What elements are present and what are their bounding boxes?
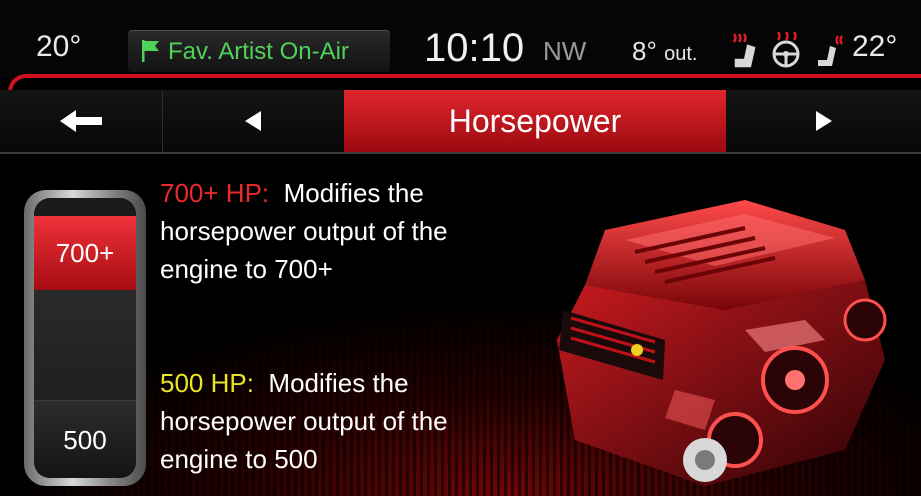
radio-now-playing[interactable]: Fav. Artist On-Air [128,30,390,72]
selector-track: 700+ 500 [34,198,136,478]
horsepower-selector[interactable]: 700+ 500 [24,190,146,486]
description-700-line-2: horsepower output of the [160,216,448,246]
flag-icon [142,40,159,62]
description-500-line-2: horsepower output of the [160,406,448,436]
passenger-temp[interactable]: 22° [852,30,897,64]
outside-temperature: 8° out. [632,36,697,67]
selector-gap [34,290,136,400]
description-700: 700+ HP: Modifies the horsepower output … [160,174,580,288]
back-arrow-icon [60,110,102,132]
description-700-line-3: engine to 700+ [160,254,333,284]
driver-temp[interactable]: 20° [36,30,81,64]
tab-title-label: Horsepower [448,102,622,139]
tab-horsepower[interactable]: Horsepower [344,90,726,152]
climate-icons [732,31,844,68]
outside-temp-value: 8° [632,36,657,66]
engine-image [557,200,887,486]
next-button[interactable] [726,90,921,152]
compass-heading: NW [543,36,587,66]
option-700-plus[interactable]: 700+ [34,216,136,290]
description-700-line-1: Modifies the [283,178,424,208]
back-button[interactable] [0,90,163,152]
radio-text: Fav. Artist On-Air [168,38,349,65]
description-700-label: 700+ HP: [160,178,270,208]
steering-wheel-heat-icon[interactable] [772,31,800,68]
seat-heat-icon[interactable] [732,33,756,68]
clock: 10:10 [424,26,525,70]
tab-bar-divider [0,152,921,154]
left-triangle-icon [245,111,261,131]
option-500[interactable]: 500 [34,400,136,478]
description-500: 500 HP: Modifies the horsepower output o… [160,364,580,478]
right-triangle-icon [815,111,832,131]
previous-button[interactable] [162,90,345,152]
outside-temp-label: out. [664,43,698,65]
description-500-label: 500 HP: [160,368,254,398]
description-500-line-1: Modifies the [268,368,409,398]
seat-vent-icon[interactable] [818,35,844,66]
tab-bar: Horsepower [0,90,921,152]
description-500-line-3: engine to 500 [160,444,318,474]
status-bar: 20° Fav. Artist On-Air 10:10 NW 8° out. … [0,0,921,78]
